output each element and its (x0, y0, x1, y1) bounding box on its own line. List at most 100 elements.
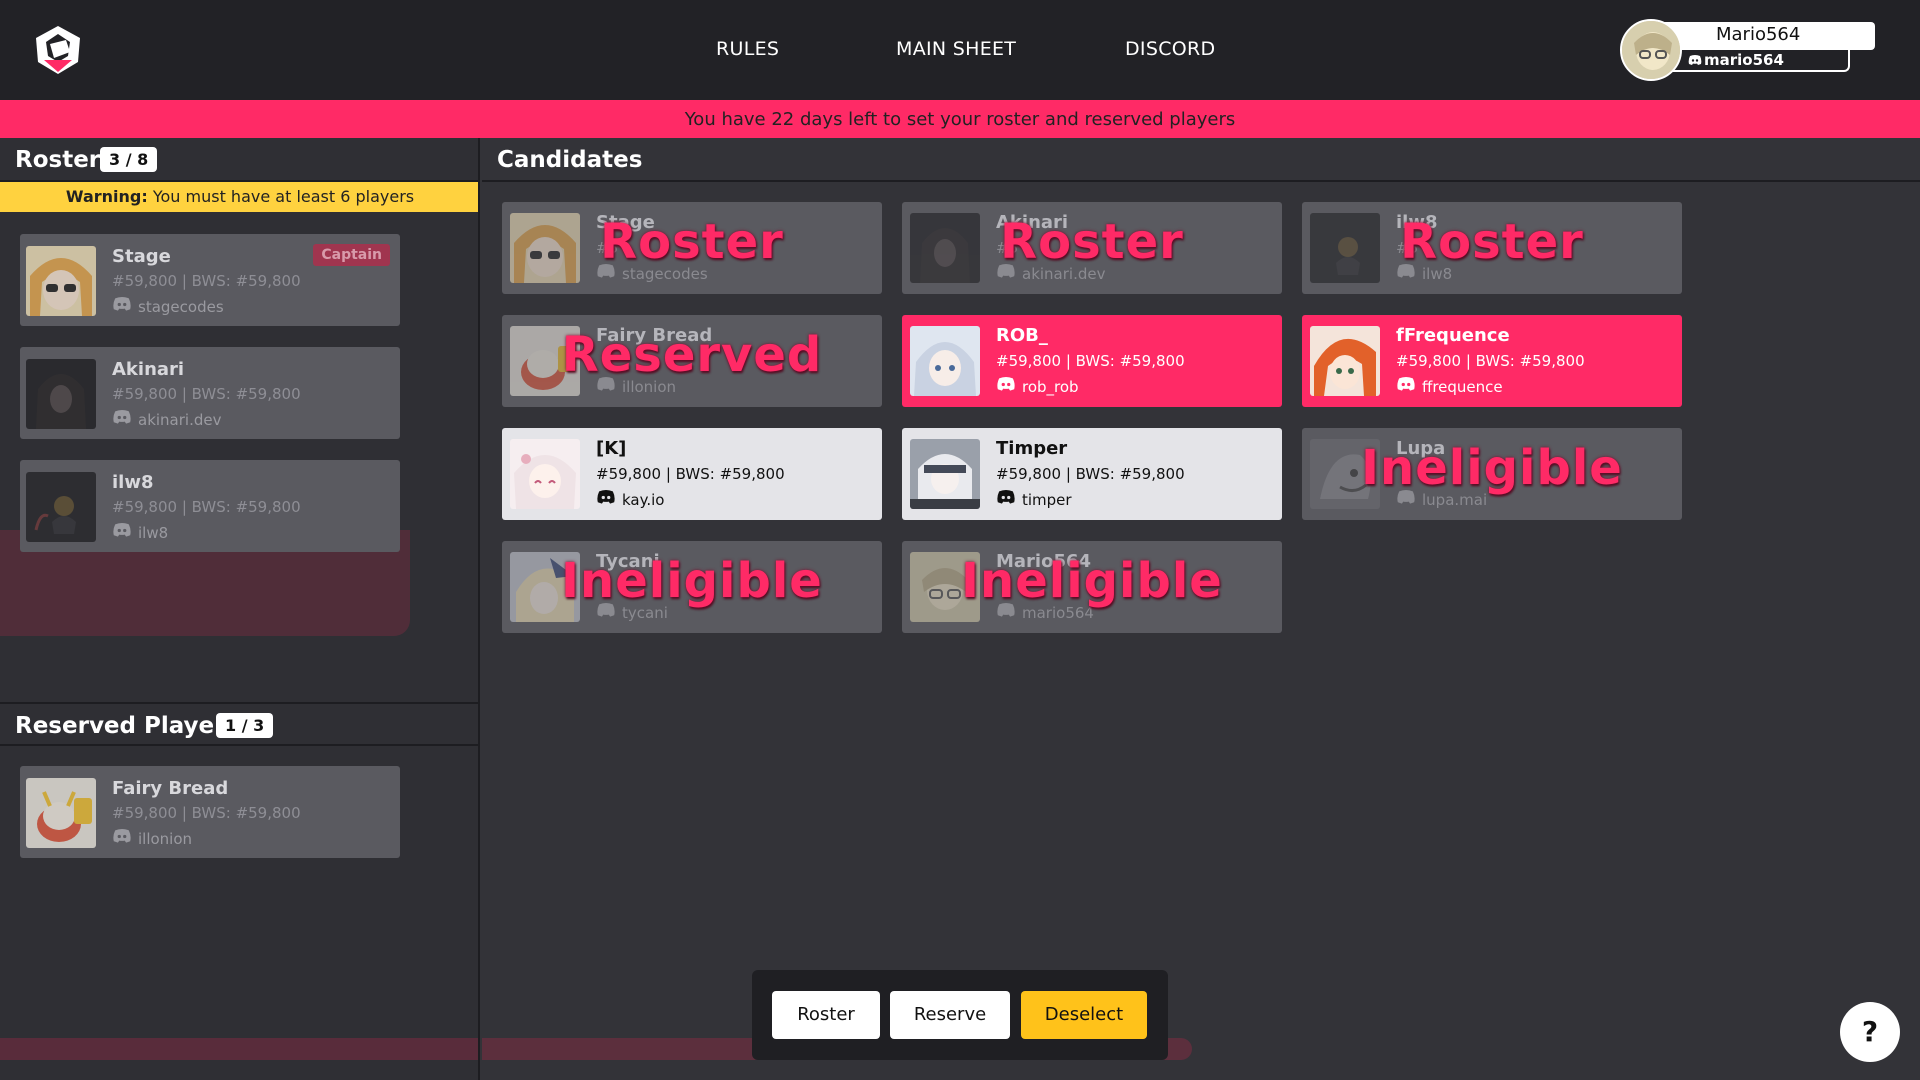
player-avatar (26, 778, 96, 848)
player-rank: #59,800 | BWS: #59,800 (112, 498, 301, 516)
player-rank: #59,800 | BWS: #59,800 (596, 465, 785, 483)
player-rank: #59,800 | BWS: #59,800 (996, 352, 1185, 370)
player-rank: #59,800 | BWS: #59,800 (112, 804, 301, 822)
warning-label: Warning: (65, 187, 148, 206)
reserved-title: Reserved Players (15, 713, 240, 739)
player-name: ROB_ (996, 325, 1048, 346)
player-name: Timper (996, 438, 1068, 459)
roster-count-badge: 3 / 8 (100, 147, 158, 172)
player-discord: rob_rob (996, 377, 1079, 396)
discord-icon (1397, 377, 1415, 391)
reserved-header: Reserved Players 1 / 3 (0, 702, 478, 746)
player-rank: #59,800 | BWS: #59,800 (1396, 352, 1585, 370)
discord-icon (1688, 55, 1702, 65)
nav-main-sheet-link[interactable]: MAIN SHEET (896, 38, 1016, 60)
player-avatar (26, 246, 96, 316)
candidate-card[interactable]: [K] #59,800 | BWS: #59,800 kay.io (502, 428, 882, 520)
status-overlay: Ineligible (1361, 440, 1623, 496)
help-button[interactable]: ? (1840, 1002, 1900, 1062)
user-discord: mario564 (1660, 50, 1850, 72)
reserve-button[interactable]: Reserve (890, 991, 1010, 1039)
player-name: Akinari (112, 359, 185, 380)
candidate-card[interactable]: Timper #59,800 | BWS: #59,800 timper (902, 428, 1282, 520)
discord-icon (113, 523, 131, 537)
player-rank: #59,800 | BWS: #59,800 (996, 465, 1185, 483)
player-avatar (910, 326, 980, 396)
candidates-title: Candidates (497, 147, 643, 173)
roster-player-card[interactable]: ilw8 #59,800 | BWS: #59,800 ilw8 (20, 460, 400, 552)
candidate-card: ilw8 #5 ilw8 Roster (1302, 202, 1682, 294)
candidate-card: Tycani tycani Ineligible (502, 541, 882, 633)
reserved-count-badge: 1 / 3 (216, 713, 274, 738)
deselect-button[interactable]: Deselect (1021, 991, 1147, 1039)
discord-handle: akinari.dev (138, 411, 222, 429)
roster-player-card[interactable]: Stage Captain #59,800 | BWS: #59,800 sta… (20, 234, 400, 326)
player-avatar (910, 439, 980, 509)
candidate-card[interactable]: ROB_ #59,800 | BWS: #59,800 rob_rob (902, 315, 1282, 407)
player-discord: timper (996, 490, 1072, 509)
discord-handle: rob_rob (1022, 378, 1079, 396)
candidates-panel: Candidates Stage #5 stagecodes Roster Ak… (482, 138, 1920, 1080)
nav-discord-link[interactable]: DISCORD (1125, 38, 1215, 60)
candidate-card: Akinari #5 akinari.dev Roster (902, 202, 1282, 294)
roster-warning: Warning: You must have at least 6 player… (0, 182, 478, 212)
status-overlay: Ineligible (561, 553, 823, 609)
top-navbar: RULES MAIN SHEET DISCORD Mario564 mario5… (0, 0, 1920, 100)
discord-icon (597, 490, 615, 504)
player-discord: ilw8 (112, 523, 168, 542)
candidate-card: Stage #5 stagecodes Roster (502, 202, 882, 294)
status-overlay: Roster (600, 214, 784, 270)
discord-handle: timper (1022, 491, 1072, 509)
selection-action-bar: Roster Reserve Deselect (752, 970, 1168, 1060)
discord-handle: kay.io (622, 491, 665, 509)
player-avatar (26, 472, 96, 542)
roster-header: Roster 3 / 8 (0, 138, 478, 182)
player-discord: illonion (112, 829, 192, 848)
player-name: [K] (596, 438, 627, 459)
discord-icon (113, 297, 131, 311)
player-discord: ffrequence (1396, 377, 1503, 396)
status-overlay: Ineligible (961, 553, 1223, 609)
warning-text: You must have at least 6 players (152, 187, 415, 206)
candidate-card: Fairy Bread illonion Reserved (502, 315, 882, 407)
background-decoration (0, 1038, 478, 1060)
player-name: fFrequence (1396, 325, 1510, 346)
discord-icon (113, 829, 131, 843)
user-name: Mario564 (1660, 22, 1875, 50)
player-rank: #59,800 | BWS: #59,800 (112, 272, 301, 290)
discord-icon (113, 410, 131, 424)
player-name: ilw8 (112, 472, 154, 493)
player-name: Fairy Bread (112, 778, 229, 799)
player-discord: kay.io (596, 490, 664, 509)
player-rank: #59,800 | BWS: #59,800 (112, 385, 301, 403)
status-overlay: Reserved (561, 327, 823, 383)
avatar (1620, 19, 1682, 81)
player-discord: akinari.dev (112, 410, 221, 429)
roster-title: Roster (15, 147, 101, 173)
roster-player-card[interactable]: Akinari #59,800 | BWS: #59,800 akinari.d… (20, 347, 400, 439)
discord-icon (997, 377, 1015, 391)
discord-icon (997, 490, 1015, 504)
reserved-player-card[interactable]: Fairy Bread #59,800 | BWS: #59,800 illon… (20, 766, 400, 858)
add-to-roster-button[interactable]: Roster (772, 991, 880, 1039)
candidates-header: Candidates (482, 138, 1920, 182)
discord-handle: ilw8 (138, 524, 169, 542)
discord-handle: ffrequence (1422, 378, 1503, 396)
help-icon: ? (1861, 1015, 1879, 1048)
user-discord-handle: mario564 (1704, 51, 1784, 69)
discord-handle: stagecodes (138, 298, 224, 316)
user-profile[interactable]: Mario564 mario564 (1620, 19, 1895, 81)
status-overlay: Roster (1400, 214, 1584, 270)
candidate-card[interactable]: fFrequence #59,800 | BWS: #59,800 ffrequ… (1302, 315, 1682, 407)
player-name: Stage (112, 246, 171, 267)
player-avatar (510, 439, 580, 509)
candidate-card: Mario564 mario564 Ineligible (902, 541, 1282, 633)
status-overlay: Roster (1000, 214, 1184, 270)
deadline-banner: You have 22 days left to set your roster… (0, 100, 1920, 138)
candidate-card: Lupa lupa.mai Ineligible (1302, 428, 1682, 520)
player-discord: stagecodes (112, 297, 224, 316)
discord-handle: illonion (138, 830, 193, 848)
captain-badge: Captain (313, 244, 390, 266)
player-avatar (26, 359, 96, 429)
nav-rules-link[interactable]: RULES (716, 38, 779, 60)
